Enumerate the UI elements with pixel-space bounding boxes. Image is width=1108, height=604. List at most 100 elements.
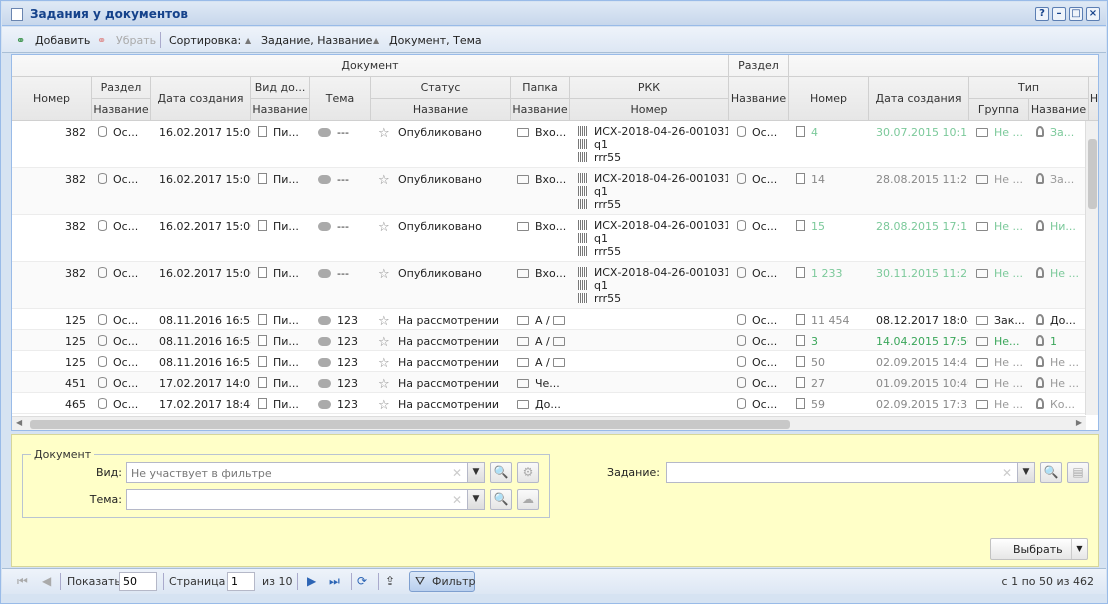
cell-tip-nazvanie: Не ... [1036, 356, 1086, 369]
cell-tema: --- [318, 220, 370, 233]
header-razdel[interactable]: Раздел [92, 77, 151, 99]
table-row[interactable]: 125 Ос... 08.11.2016 16:58 Пи... 123 ☆ На… [12, 351, 1086, 372]
chevron-down-icon[interactable]: ▼ [1017, 463, 1034, 482]
minimize-icon[interactable]: – [1052, 7, 1066, 21]
cell-razdel: Ос... [98, 335, 150, 348]
clear-icon[interactable]: ✕ [1002, 466, 1012, 480]
cell-data2: 30.11.2015 11:25 [876, 267, 968, 280]
table-row[interactable]: 382 Ос... 16.02.2017 15:00 Пи... --- ☆ Оп… [12, 168, 1086, 215]
cell-papka: Вхо... [517, 173, 569, 186]
cloud-icon[interactable]: ☁ [517, 489, 539, 510]
table-row[interactable]: 382 Ос... 16.02.2017 15:00 Пи... --- ☆ Оп… [12, 215, 1086, 262]
page-number-input[interactable] [227, 572, 255, 591]
header-tip-nazvanie[interactable]: Название [1029, 99, 1089, 121]
task-icon [796, 173, 805, 184]
cell-status: ☆ На рассмотрении [378, 356, 500, 369]
vertical-scrollbar[interactable] [1085, 121, 1098, 415]
cell-razdel2: Ос... [737, 356, 789, 369]
task-icon[interactable]: ▤ [1067, 462, 1089, 483]
select-button[interactable]: Выбрать ▼ [990, 538, 1088, 560]
cell-gruppa: Не ... [976, 377, 1028, 390]
paging-summary: с 1 по 50 из 462 [1001, 575, 1094, 588]
cell-tema: --- [318, 173, 370, 186]
header-gruppa[interactable]: Группа [969, 99, 1029, 121]
header-status-nazvanie[interactable]: Название [371, 99, 511, 121]
chevron-down-icon[interactable]: ▼ [467, 463, 484, 482]
page-count-label: из 10 [262, 575, 293, 588]
filter-toggle-button[interactable]: ⛛ Фильтр [409, 571, 476, 592]
header-status[interactable]: Статус [371, 77, 511, 99]
header-tip[interactable]: Тип [969, 77, 1089, 99]
header-tema[interactable]: Тема [310, 77, 371, 121]
remove-button[interactable]: Убрать [116, 34, 156, 47]
refresh-icon[interactable]: ⟳ [357, 574, 367, 588]
barcode-icon [578, 293, 588, 303]
scroll-right-icon[interactable]: ▶ [1076, 418, 1082, 427]
cell-vid: Пи... [258, 314, 310, 327]
horizontal-scrollbar[interactable]: ◀ ▶ [12, 416, 1086, 430]
close-icon[interactable]: × [1086, 7, 1100, 21]
folder-icon [517, 400, 529, 409]
header-more[interactable]: Н [1089, 77, 1098, 121]
chevron-down-icon[interactable]: ▼ [1071, 539, 1087, 559]
document-kind-icon[interactable]: ⚙ [517, 462, 539, 483]
header-group-document: Документ [12, 55, 729, 77]
sort-task-name-button[interactable]: Задание, Название [261, 34, 372, 47]
next-page-icon[interactable]: ▶ [307, 574, 316, 588]
header-razdel-nazvanie[interactable]: Название [92, 99, 151, 121]
page-size-input[interactable] [119, 572, 157, 591]
header-papka[interactable]: Папка [511, 77, 570, 99]
table-row[interactable]: 382 Ос... 16.02.2017 15:00 Пи... --- ☆ Оп… [12, 262, 1086, 309]
search-icon[interactable]: 🔍 [490, 462, 512, 483]
prev-page-icon[interactable]: ◀ [42, 574, 51, 588]
help-icon[interactable]: ? [1035, 7, 1049, 21]
first-page-icon[interactable]: ⏮ [17, 574, 28, 589]
table-row[interactable]: 451 Ос... 17.02.2017 14:03 Пи... 123 ☆ На… [12, 372, 1086, 393]
export-icon[interactable]: ⇪ [385, 574, 395, 588]
pager-separator [60, 573, 61, 590]
table-row[interactable]: 125 Ос... 08.11.2016 16:58 Пи... 123 ☆ На… [12, 309, 1086, 330]
toolbar-separator [160, 32, 161, 48]
scroll-left-icon[interactable]: ◀ [16, 418, 22, 427]
header-nomer2[interactable]: Номер [789, 77, 869, 121]
zadanie-combo[interactable]: ✕ ▼ [666, 462, 1035, 483]
maximize-icon[interactable]: □ [1069, 7, 1083, 21]
header-vid-dokumenta[interactable]: Вид до... [251, 77, 310, 99]
last-page-icon[interactable]: ⏭ [329, 574, 340, 589]
table-row[interactable]: 465 Ос... 17.02.2017 18:46 Пи... 123 ☆ На… [12, 393, 1086, 414]
barcode-icon [578, 280, 588, 290]
barcode-icon [578, 199, 588, 209]
cloud-icon [318, 222, 331, 231]
group-icon [976, 175, 988, 184]
group-icon [976, 358, 988, 367]
header-rkk-nomer[interactable]: Номер [570, 99, 729, 121]
vid-combo[interactable]: Не участвует в фильтре ✕ ▼ [126, 462, 485, 483]
barcode-icon [578, 139, 588, 149]
sort-document-topic-button[interactable]: Документ, Тема [389, 34, 482, 47]
header-nomer[interactable]: Номер [12, 77, 92, 121]
tema-combo[interactable]: ✕ ▼ [126, 489, 485, 510]
chevron-down-icon[interactable]: ▼ [467, 490, 484, 509]
header-data-sozdaniya[interactable]: Дата создания [151, 77, 251, 121]
document-type-icon [258, 398, 267, 409]
horizontal-scroll-thumb[interactable] [30, 420, 790, 429]
cell-razdel2: Ос... [737, 267, 789, 280]
vertical-scroll-thumb[interactable] [1088, 139, 1097, 209]
cell-papka: А / [517, 314, 569, 327]
clear-icon[interactable]: ✕ [452, 466, 462, 480]
table-row[interactable]: 125 Ос... 08.11.2016 16:58 Пи... 123 ☆ На… [12, 330, 1086, 351]
table-row[interactable]: 382 Ос... 16.02.2017 15:00 Пи... --- ☆ Оп… [12, 121, 1086, 168]
cell-nomer2: 15 [796, 220, 868, 233]
search-icon[interactable]: 🔍 [1040, 462, 1062, 483]
header-vid-nazvanie[interactable]: Название [251, 99, 310, 121]
header-rkk[interactable]: РКК [570, 77, 729, 99]
cell-nomer: 465 [65, 398, 86, 411]
header-razdel2-nazvanie[interactable]: Название [729, 77, 789, 121]
header-data-sozdaniya2[interactable]: Дата создания [869, 77, 969, 121]
cell-nomer: 382 [65, 267, 86, 280]
add-button[interactable]: Добавить [35, 34, 90, 47]
tasks-document-icon [11, 8, 23, 21]
search-icon[interactable]: 🔍 [490, 489, 512, 510]
header-papka-nazvanie[interactable]: Название [511, 99, 570, 121]
clear-icon[interactable]: ✕ [452, 493, 462, 507]
